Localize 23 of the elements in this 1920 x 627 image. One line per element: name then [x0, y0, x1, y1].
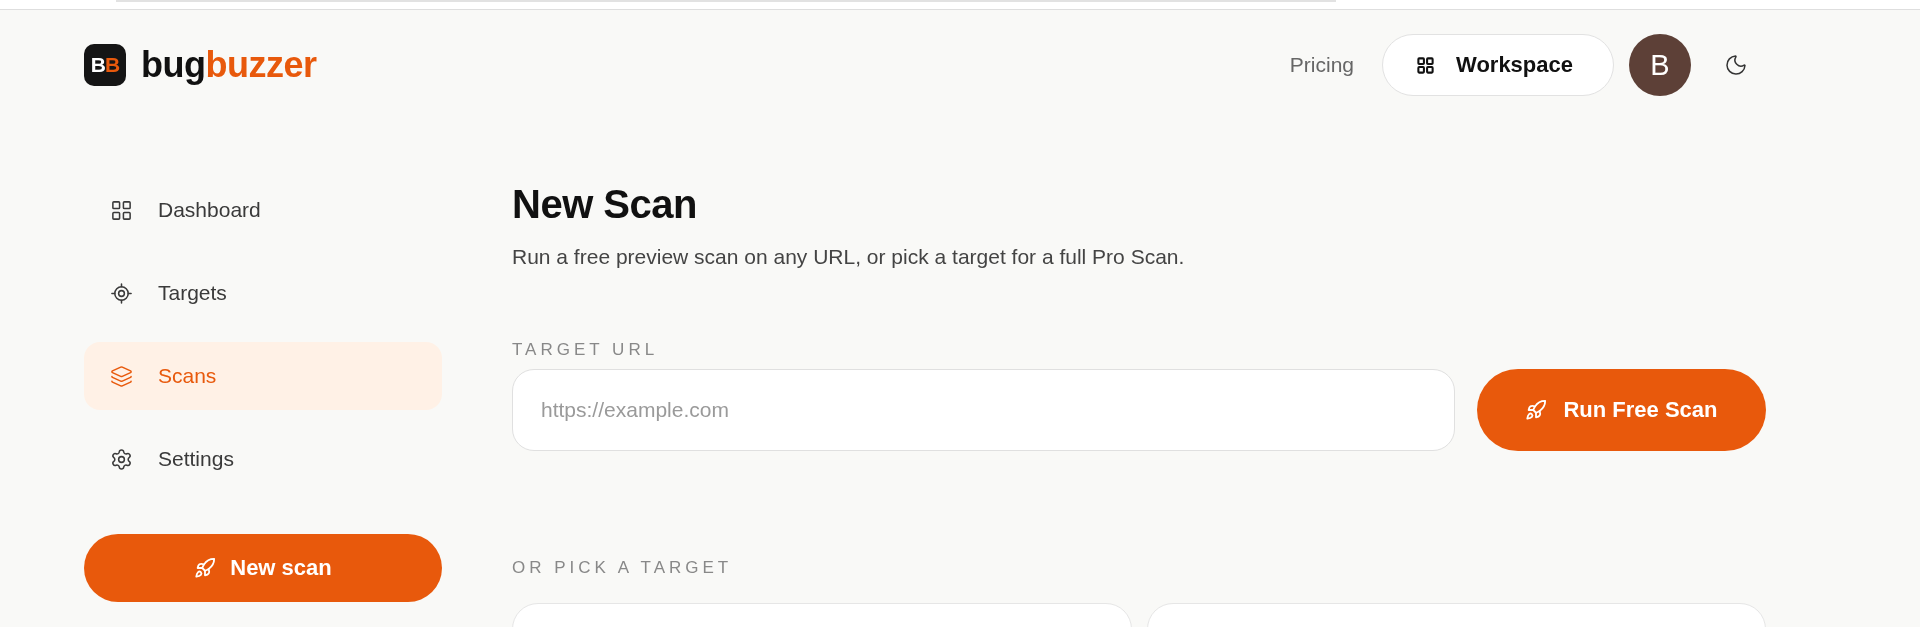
nav-link[interactable]: Pricing	[1289, 53, 1354, 77]
avatar[interactable]: B	[1629, 34, 1691, 96]
moon-icon[interactable]	[1724, 53, 1748, 77]
target-icon	[110, 281, 133, 305]
settings-icon	[110, 447, 133, 471]
page-subtitle: Run a free preview scan on any URL, or pick a target for a full Pro Scan.	[512, 244, 1186, 270]
layers-icon	[110, 364, 133, 388]
grid-icon	[110, 198, 133, 222]
new-scan-button[interactable]: New scan	[84, 534, 442, 602]
page-title: New Scan	[512, 181, 698, 228]
rocket-icon	[194, 557, 217, 579]
sidebar-item[interactable]: Dashboard	[84, 176, 442, 244]
sidebar-item[interactable]: Targets	[84, 259, 442, 327]
run-scan-button[interactable]: Run Free Scan	[1477, 369, 1766, 451]
sidebar-item[interactable]: Settings	[84, 425, 442, 493]
grid-icon	[1416, 55, 1435, 75]
logo-mark: BB	[84, 44, 126, 86]
workspace-button[interactable]: Workspace	[1382, 34, 1614, 96]
section-label: OR PICK A TARGET	[512, 557, 734, 579]
rocket-icon	[1525, 399, 1548, 421]
brand-name: bugbuzzer	[141, 47, 317, 83]
field-label: TARGET URL	[512, 339, 660, 361]
url-input[interactable]: https://example.com	[512, 369, 1455, 451]
